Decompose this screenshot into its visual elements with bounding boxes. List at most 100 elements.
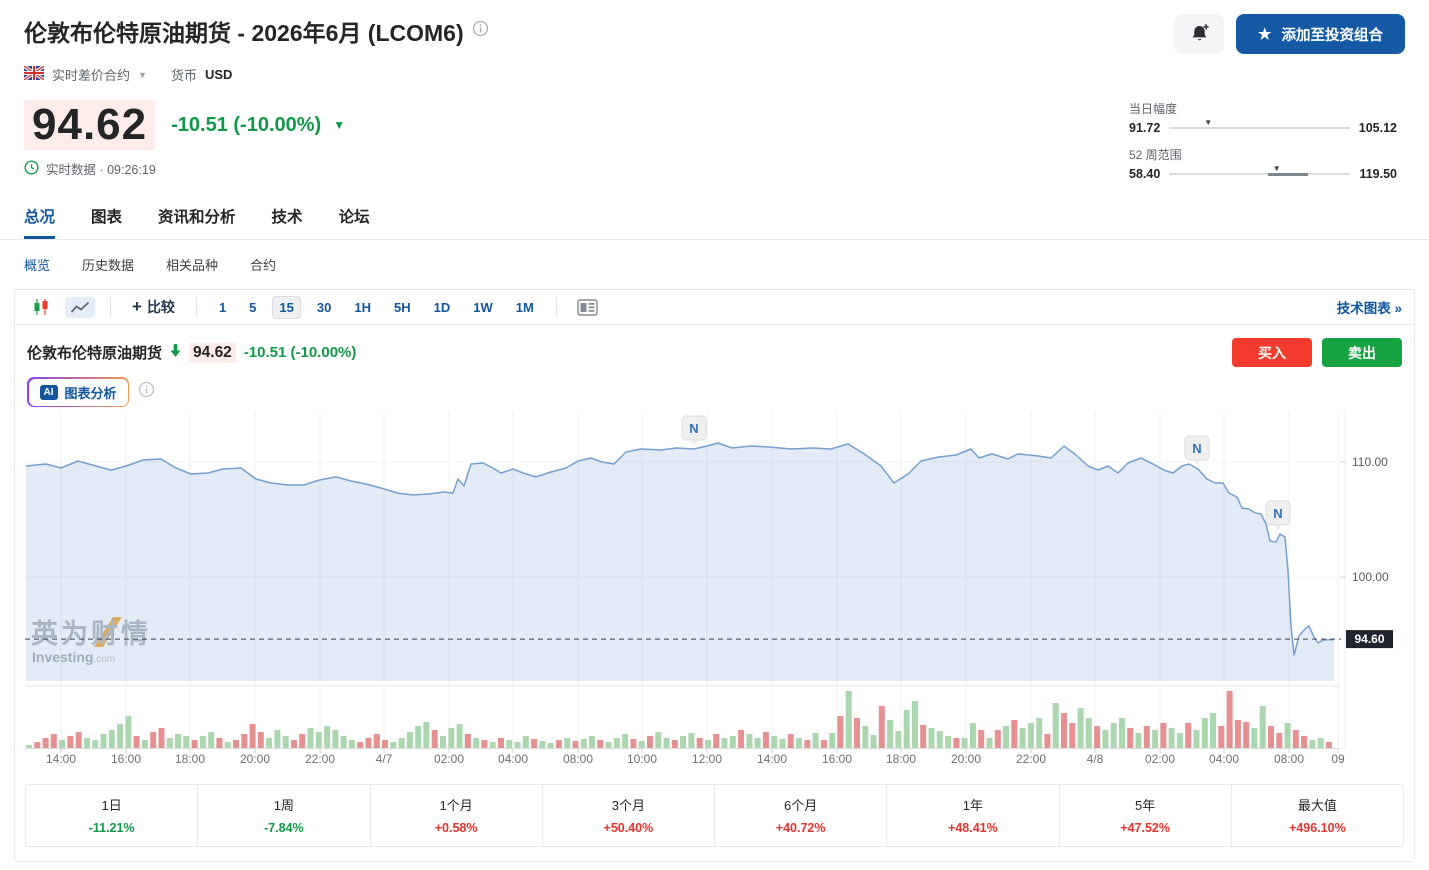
perf-cell-8[interactable]: 最大值 +496.10% xyxy=(1232,785,1403,846)
interval-1D[interactable]: 1D xyxy=(427,296,458,319)
svg-text:18:00: 18:00 xyxy=(175,752,205,766)
sell-button[interactable]: 卖出 xyxy=(1322,338,1402,367)
line-chart-icon[interactable] xyxy=(65,297,95,318)
subtab-2[interactable]: 历史数据 xyxy=(82,255,134,274)
price-chart[interactable]: 14:0016:0018:0020:0022:004/702:0004:0008… xyxy=(25,411,1414,776)
svg-text:10:00: 10:00 xyxy=(627,752,657,766)
week52-range-track: ▼ xyxy=(1169,173,1350,175)
interval-1W[interactable]: 1W xyxy=(466,296,500,319)
subtab-1[interactable]: 概览 xyxy=(24,255,50,274)
buy-button[interactable]: 买入 xyxy=(1232,338,1312,367)
week52-range-marker-icon: ▼ xyxy=(1273,164,1281,173)
perf-cell-5[interactable]: 6个月+40.72% xyxy=(715,785,887,846)
svg-text:4/8: 4/8 xyxy=(1087,752,1104,766)
svg-text:N: N xyxy=(1192,441,1201,456)
interval-switcher: 15 15 30 1H 5H 1D 1W 1M xyxy=(212,296,541,319)
perf-value: +48.41% xyxy=(887,821,1058,835)
daily-range-track: ▼ xyxy=(1169,127,1349,129)
perf-value: +47.52% xyxy=(1060,821,1231,835)
svg-text:09: 09 xyxy=(1331,752,1345,766)
interval-1[interactable]: 1 xyxy=(212,296,233,319)
subtab-4[interactable]: 合约 xyxy=(250,255,276,274)
ai-analysis-label: 图表分析 xyxy=(65,383,117,402)
tab-3[interactable]: 资讯和分析 xyxy=(158,205,236,239)
instrument-page: 伦敦布伦特原油期货 - 2026年6月 (LCOM6) ★ 添加至投资组合 xyxy=(0,0,1429,862)
perf-label: 3个月 xyxy=(543,795,714,814)
news-panel-icon[interactable] xyxy=(572,296,603,319)
compare-button[interactable]: + 比较 xyxy=(126,296,181,318)
chart-canvas[interactable]: 14:0016:0018:0020:0022:004/702:0004:0008… xyxy=(25,411,1406,771)
chart-header: 伦敦布伦特原油期货 94.62 -10.51 (-10.00%) 买入 卖出 xyxy=(15,325,1414,367)
svg-text:04:00: 04:00 xyxy=(1209,752,1239,766)
perf-label: 1年 xyxy=(887,795,1058,814)
interval-5[interactable]: 5 xyxy=(242,296,263,319)
toolbar-divider xyxy=(196,297,197,317)
down-arrow-icon xyxy=(170,344,181,362)
week52-range-label: 52 周范围 xyxy=(1129,146,1397,163)
title-info-icon[interactable] xyxy=(472,20,489,42)
change-caret-icon[interactable]: ▼ xyxy=(333,118,345,132)
create-alert-button[interactable] xyxy=(1174,14,1224,54)
chart-instrument-name: 伦敦布伦特原油期货 xyxy=(27,342,162,363)
svg-text:08:00: 08:00 xyxy=(563,752,593,766)
perf-cell-3[interactable]: 1个月+0.58% xyxy=(371,785,543,846)
perf-cell-2[interactable]: 1周-7.84% xyxy=(198,785,370,846)
ranges-panel: 当日幅度 91.72 ▼ 105.12 52 周范围 58.40 ▼ 119.5… xyxy=(1129,100,1397,181)
perf-label: 6个月 xyxy=(715,795,886,814)
perf-cell-6[interactable]: 1年 +48.41% xyxy=(887,785,1059,846)
subtab-3[interactable]: 相关品种 xyxy=(166,255,218,274)
tab-5[interactable]: 论坛 xyxy=(339,205,370,239)
instrument-type-label[interactable]: 实时差价合约 xyxy=(52,65,130,84)
technical-chart-link[interactable]: 技术图表 » xyxy=(1337,297,1402,317)
svg-text:02:00: 02:00 xyxy=(434,752,464,766)
interval-1H[interactable]: 1H xyxy=(347,296,378,319)
svg-text:14:00: 14:00 xyxy=(46,752,76,766)
daily-range-min: 91.72 xyxy=(1129,121,1160,135)
performance-strip: 1日-11.21%1周-7.84%1个月+0.58%3个月+50.40%6个月+… xyxy=(25,784,1404,847)
page-title: 伦敦布伦特原油期货 - 2026年6月 (LCOM6) xyxy=(24,14,464,48)
last-price: 94.62 xyxy=(24,100,155,150)
ai-info-icon[interactable] xyxy=(138,381,155,403)
tab-4[interactable]: 技术 xyxy=(272,205,303,239)
svg-text:20:00: 20:00 xyxy=(240,752,270,766)
chart-toolbar: + 比较 15 15 30 1H 5H 1D 1W 1M 技术图表 » xyxy=(15,290,1414,325)
uk-flag-icon xyxy=(24,66,44,83)
perf-label: 最大值 xyxy=(1232,795,1403,814)
interval-15[interactable]: 15 xyxy=(272,296,300,319)
daily-range-marker-icon: ▼ xyxy=(1204,118,1212,127)
svg-text:100.00: 100.00 xyxy=(1352,570,1389,584)
star-icon: ★ xyxy=(1258,25,1271,43)
ai-chart-analysis-button[interactable]: AI 图表分析 xyxy=(27,377,129,407)
interval-5H[interactable]: 5H xyxy=(387,296,418,319)
add-to-portfolio-button[interactable]: ★ 添加至投资组合 xyxy=(1236,14,1405,54)
week52-range-min: 58.40 xyxy=(1129,167,1160,181)
candlestick-chart-icon[interactable] xyxy=(27,295,55,319)
interval-1M[interactable]: 1M xyxy=(509,296,541,319)
plus-icon: + xyxy=(132,297,142,317)
perf-value: -11.21% xyxy=(26,821,197,835)
interval-30[interactable]: 30 xyxy=(310,296,338,319)
perf-label: 1个月 xyxy=(371,795,542,814)
svg-text:08:00: 08:00 xyxy=(1274,752,1304,766)
ai-badge-icon: AI xyxy=(40,385,58,400)
perf-cell-4[interactable]: 3个月+50.40% xyxy=(543,785,715,846)
svg-text:4/7: 4/7 xyxy=(376,752,393,766)
clock-icon xyxy=(24,160,39,178)
perf-cell-1[interactable]: 1日 -11.21% xyxy=(26,785,198,846)
svg-text:N: N xyxy=(689,421,698,436)
tab-2[interactable]: 图表 xyxy=(91,205,122,239)
perf-value: +496.10% xyxy=(1232,821,1403,835)
perf-cell-7[interactable]: 5年+47.52% xyxy=(1060,785,1232,846)
daily-range-label: 当日幅度 xyxy=(1129,100,1397,117)
svg-text:N: N xyxy=(1273,506,1282,521)
perf-label: 1日 xyxy=(26,795,197,814)
svg-text:02:00: 02:00 xyxy=(1145,752,1175,766)
svg-text:16:00: 16:00 xyxy=(111,752,141,766)
sub-tabs: 概览 历史数据 相关品种 合约 xyxy=(0,240,1429,287)
price-change: -10.51 (-10.00%) xyxy=(171,114,321,137)
tab-1[interactable]: 总况 xyxy=(24,205,55,239)
daily-range-max: 105.12 xyxy=(1359,121,1397,135)
currency-value: USD xyxy=(205,67,232,82)
chart-price-change: -10.51 (-10.00%) xyxy=(244,344,357,361)
toolbar-divider xyxy=(110,297,111,317)
